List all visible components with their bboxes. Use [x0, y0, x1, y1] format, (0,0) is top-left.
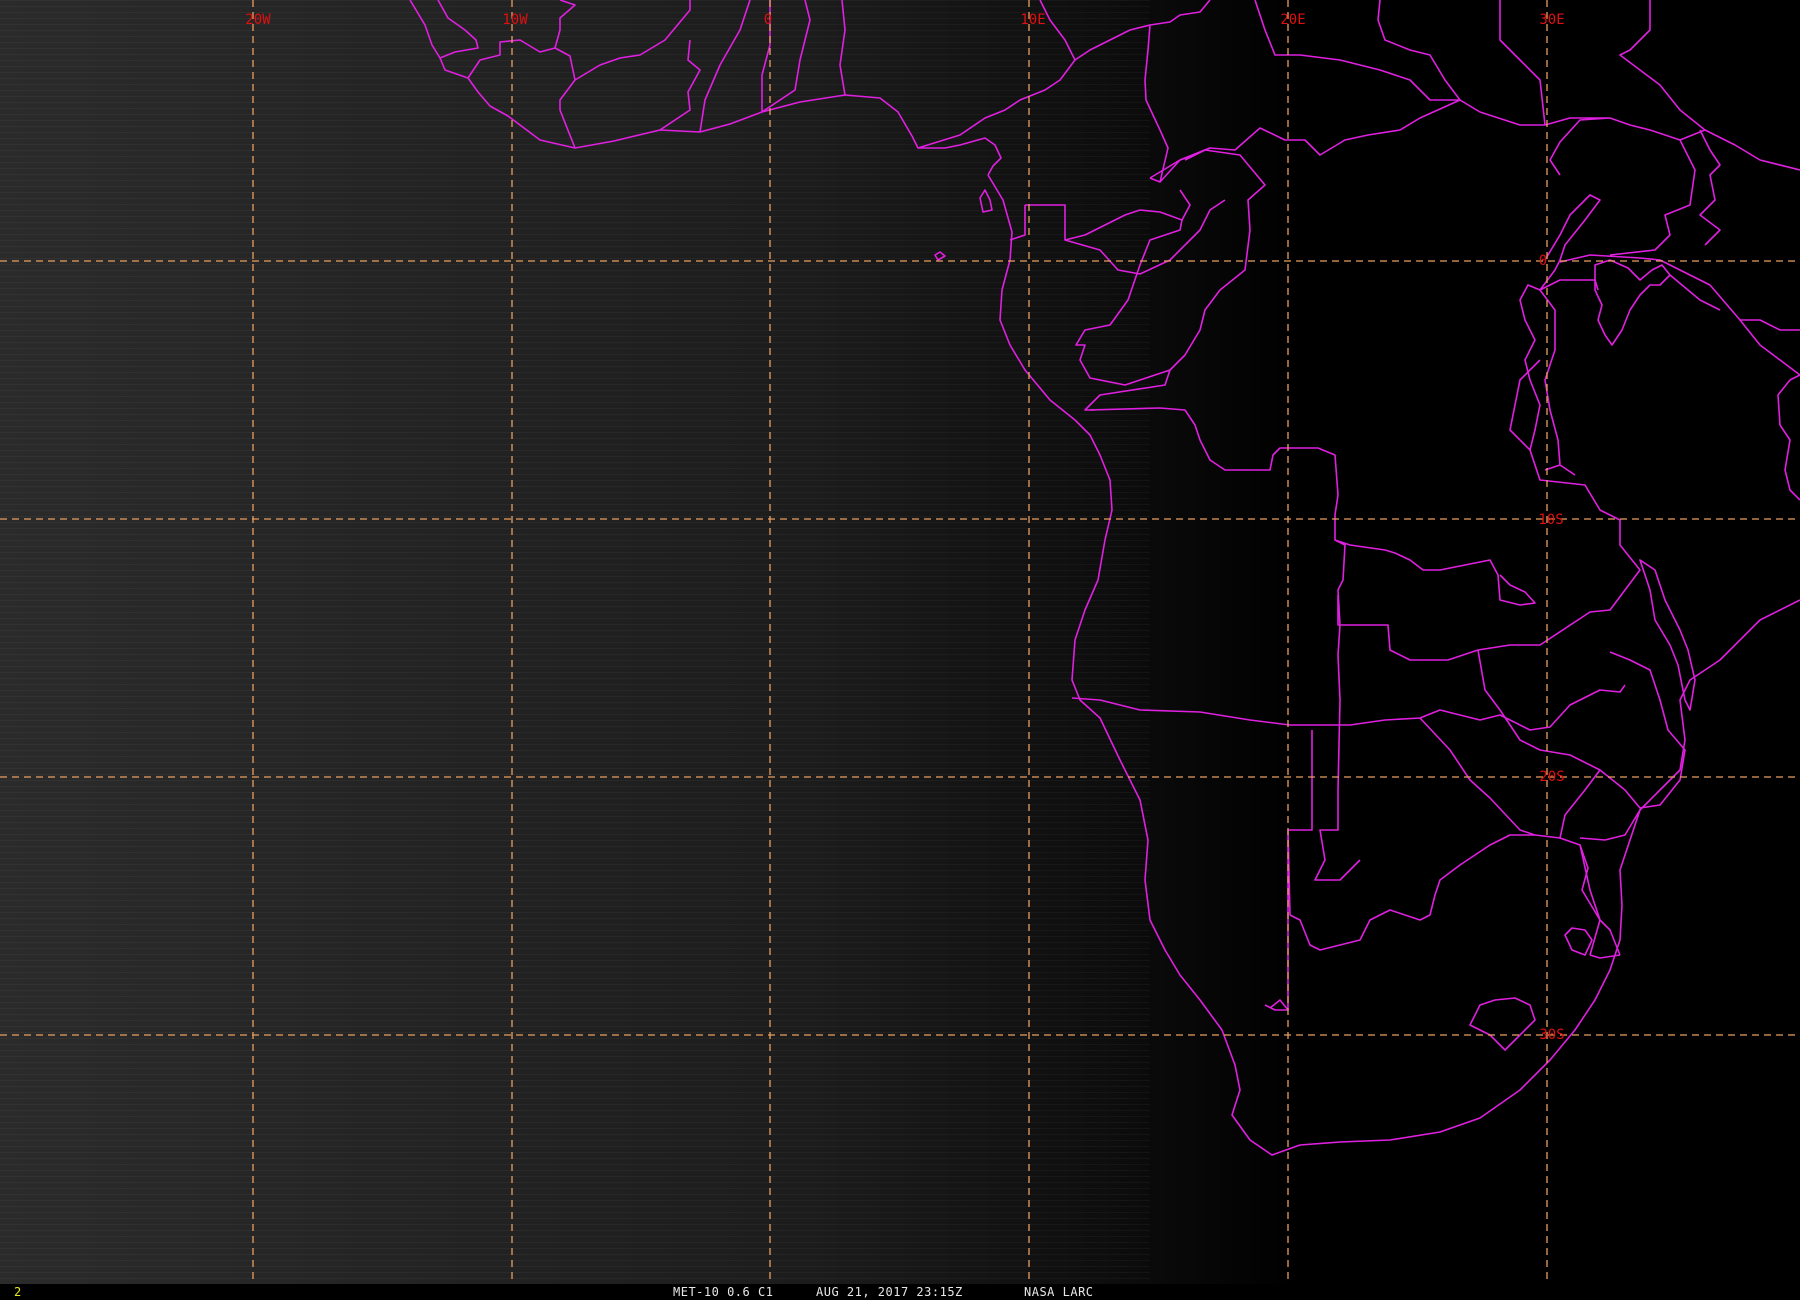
satellite-image: 20W 10W 0 10E 20E 30E 0 10S 20S 30S: [0, 0, 1800, 1284]
image-caption-bar: 2 MET-10 0.6 C1 AUG 21, 2017 23:15Z NASA…: [0, 1284, 1800, 1300]
satellite-map-viewer: 20W 10W 0 10E 20E 30E 0 10S 20S 30S 2 ME…: [0, 0, 1800, 1300]
satellite-product-label: MET-10 0.6 C1: [673, 1285, 774, 1299]
lon-label-20w: 20W: [245, 12, 271, 28]
lat-label-10s: 10S: [1538, 512, 1563, 528]
lat-label-30s: 30S: [1539, 1027, 1564, 1043]
lon-label-0: 0: [764, 12, 772, 28]
lon-label-20e: 20E: [1280, 12, 1305, 28]
lon-label-10e: 10E: [1020, 12, 1045, 28]
lat-label-20s: 20S: [1539, 769, 1564, 785]
lon-label-30e: 30E: [1539, 12, 1564, 28]
source-label: NASA LARC: [1024, 1285, 1094, 1299]
timestamp-label: AUG 21, 2017 23:15Z: [816, 1285, 963, 1299]
lon-label-10w: 10W: [502, 12, 528, 28]
frame-number: 2: [14, 1285, 22, 1299]
lat-label-0: 0: [1539, 253, 1547, 269]
scan-texture: [0, 0, 1150, 1284]
